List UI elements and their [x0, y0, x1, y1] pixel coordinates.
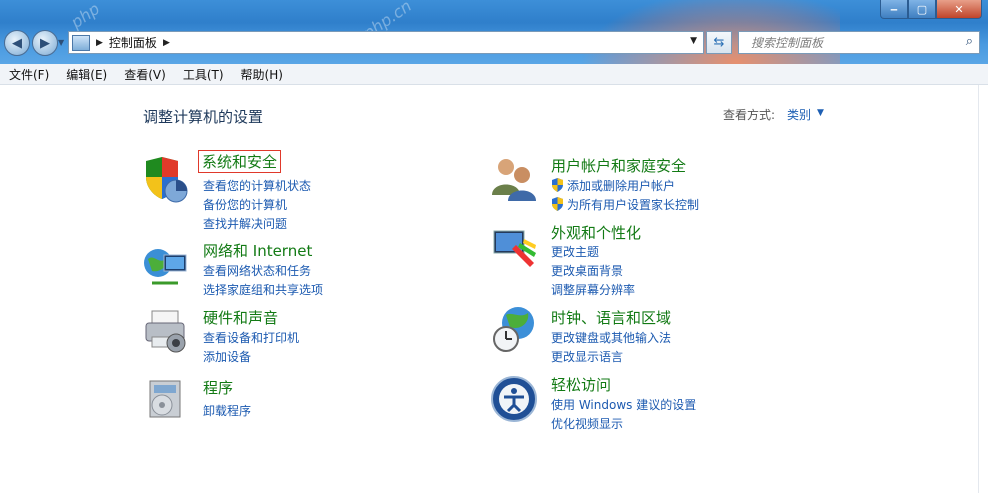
watermark: php	[67, 0, 104, 33]
view-by-label: 查看方式:	[723, 108, 776, 122]
breadcrumb-chevron-icon[interactable]: ▶	[163, 38, 170, 48]
link-change-theme[interactable]: 更改主题	[551, 243, 599, 260]
link-label: 添加或删除用户帐户	[567, 179, 676, 193]
view-by-dropdown[interactable]: 类别	[787, 106, 811, 123]
menu-tools[interactable]: 工具(T)	[174, 66, 232, 83]
ease-of-access-icon[interactable]	[490, 375, 538, 423]
search-icon[interactable]: ⌕	[966, 34, 973, 49]
users-icon[interactable]	[490, 155, 538, 203]
link-homegroup-sharing[interactable]: 选择家庭组和共享选项	[203, 281, 323, 298]
close-button[interactable]: ✕	[936, 0, 982, 19]
link-label: 为所有用户设置家长控制	[567, 198, 700, 212]
breadcrumb-control-panel[interactable]: 控制面板	[109, 34, 157, 51]
printer-hardware-icon[interactable]	[142, 307, 190, 355]
link-screen-resolution[interactable]: 调整屏幕分辨率	[551, 281, 635, 298]
page-title: 调整计算机的设置	[143, 108, 264, 126]
nav-buttons: ◀ ▶	[4, 30, 60, 56]
maximize-button[interactable]: ▢	[908, 0, 936, 19]
link-uninstall-program[interactable]: 卸载程序	[203, 402, 251, 419]
link-change-keyboard[interactable]: 更改键盘或其他输入法	[551, 329, 671, 346]
link-backup-computer[interactable]: 备份您的计算机	[203, 196, 287, 213]
appearance-monitor-icon[interactable]	[490, 223, 538, 271]
category-title-system-security[interactable]: 系统和安全	[198, 150, 282, 173]
forward-arrow-icon: ▶	[40, 35, 50, 51]
search-box[interactable]: ⌕	[738, 31, 980, 54]
control-panel-content: 调整计算机的设置 查看方式: 类别 ▼ 系统和安全 查看您的计算机状态 备份您的…	[0, 85, 978, 493]
uac-shield-icon	[552, 197, 563, 211]
security-shield-icon[interactable]	[140, 155, 188, 203]
link-troubleshoot[interactable]: 查找并解决问题	[203, 215, 287, 232]
clock-globe-icon[interactable]	[490, 305, 538, 353]
back-button[interactable]: ◀	[4, 30, 30, 56]
menu-help[interactable]: 帮助(H)	[232, 66, 291, 83]
network-globe-icon[interactable]	[142, 243, 190, 291]
category-title-programs[interactable]: 程序	[203, 377, 233, 398]
minimize-button[interactable]: ‒	[880, 0, 908, 19]
link-change-background[interactable]: 更改桌面背景	[551, 262, 623, 279]
history-dropdown-icon[interactable]: ▼	[58, 38, 64, 47]
category-title-clock-region[interactable]: 时钟、语言和区域	[551, 307, 671, 328]
link-devices-printers[interactable]: 查看设备和打印机	[203, 329, 299, 346]
refresh-icon: ⇆	[713, 35, 725, 50]
category-title-appearance[interactable]: 外观和个性化	[551, 222, 641, 243]
link-parental-controls[interactable]: 为所有用户设置家长控制	[551, 196, 699, 213]
view-by-chevron-icon[interactable]: ▼	[817, 108, 824, 118]
programs-box-icon[interactable]	[142, 375, 190, 423]
link-change-display-language[interactable]: 更改显示语言	[551, 348, 623, 365]
refresh-button[interactable]: ⇆	[706, 31, 732, 54]
category-title-network-internet[interactable]: 网络和 Internet	[203, 240, 312, 261]
menu-edit[interactable]: 编辑(E)	[57, 66, 115, 83]
category-title-hardware-sound[interactable]: 硬件和声音	[203, 307, 278, 328]
control-panel-icon	[72, 34, 90, 51]
breadcrumb-chevron-icon[interactable]: ▶	[96, 38, 103, 48]
link-view-computer-status[interactable]: 查看您的计算机状态	[203, 177, 311, 194]
link-windows-suggested-settings[interactable]: 使用 Windows 建议的设置	[551, 396, 696, 413]
category-title-ease-of-access[interactable]: 轻松访问	[551, 374, 611, 395]
address-bar[interactable]: ▶ 控制面板 ▶ ▼	[68, 31, 704, 54]
window-controls: ‒ ▢ ✕	[880, 0, 982, 19]
link-network-status[interactable]: 查看网络状态和任务	[203, 262, 311, 279]
forward-button[interactable]: ▶	[32, 30, 58, 56]
category-title-user-accounts[interactable]: 用户帐户和家庭安全	[551, 155, 686, 176]
uac-shield-icon	[552, 178, 563, 192]
search-input[interactable]	[749, 34, 963, 51]
menu-bar: 文件(F) 编辑(E) 查看(V) 工具(T) 帮助(H)	[0, 64, 988, 85]
back-arrow-icon: ◀	[12, 35, 22, 51]
link-optimize-video-display[interactable]: 优化视频显示	[551, 415, 623, 432]
menu-file[interactable]: 文件(F)	[0, 66, 57, 83]
scrollbar[interactable]	[978, 85, 988, 493]
menu-view[interactable]: 查看(V)	[115, 66, 174, 83]
address-dropdown-icon[interactable]: ▼	[690, 36, 697, 46]
window-titlebar: php php.cn ‒ ▢ ✕ ◀ ▶ ▼ ▶ 控制面板 ▶ ▼ ⇆ ⌕	[0, 0, 988, 80]
link-add-remove-accounts[interactable]: 添加或删除用户帐户	[551, 177, 675, 194]
link-add-device[interactable]: 添加设备	[203, 348, 251, 365]
